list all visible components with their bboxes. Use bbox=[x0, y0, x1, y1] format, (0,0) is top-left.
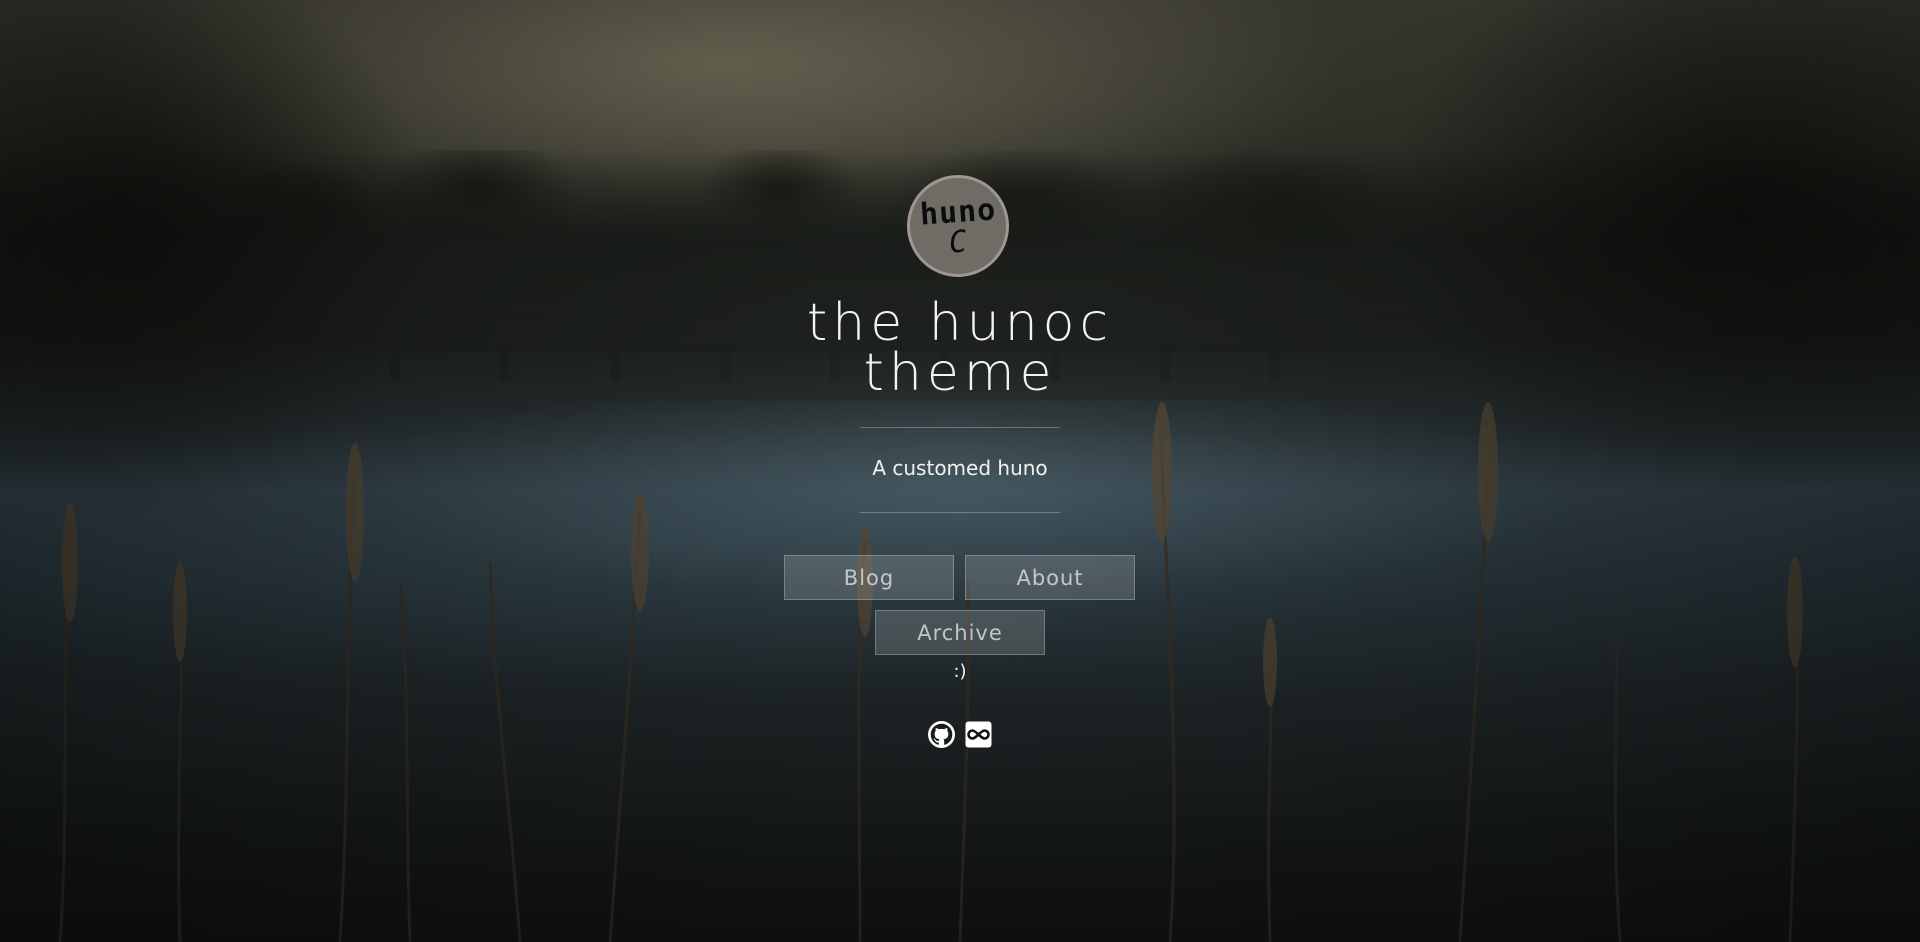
hero-section: huno C the hunoc theme A customed huno B… bbox=[0, 0, 1920, 942]
site-subtitle: A customed huno bbox=[872, 456, 1048, 480]
tagline: :) bbox=[953, 661, 967, 682]
avatar[interactable]: huno C bbox=[907, 175, 1009, 277]
github-icon[interactable] bbox=[928, 720, 955, 748]
avatar-text-line2: C bbox=[947, 224, 969, 261]
divider-bottom bbox=[860, 512, 1060, 513]
divider-top bbox=[860, 427, 1060, 428]
infinity-icon[interactable] bbox=[965, 721, 992, 748]
nav-button-archive[interactable]: Archive bbox=[875, 610, 1045, 655]
page-content: huno C the hunoc theme A customed huno B… bbox=[0, 0, 1920, 942]
nav-button-about[interactable]: About bbox=[965, 555, 1135, 600]
nav-button-blog[interactable]: Blog bbox=[784, 555, 954, 600]
site-title: the hunoc theme bbox=[806, 293, 1114, 403]
social-links bbox=[928, 720, 992, 748]
